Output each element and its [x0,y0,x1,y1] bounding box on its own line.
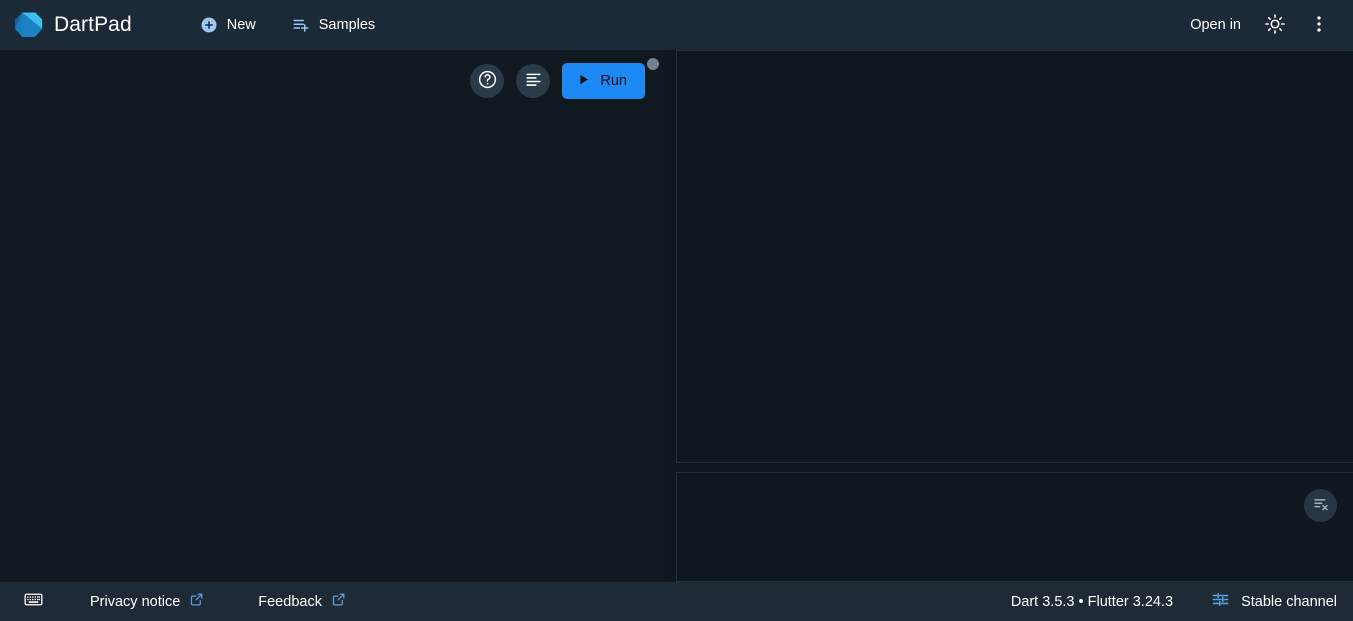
keyboard-shortcuts-button[interactable] [18,589,48,615]
open-in-label: Open in [1190,17,1241,33]
code-editor[interactable] [0,112,667,582]
brightness-sun-icon [1264,13,1286,38]
editor-toolbar: Run [0,50,667,112]
horizontal-splitter[interactable] [676,463,1353,472]
format-code-button[interactable] [516,64,551,98]
overflow-menu-button[interactable] [1299,5,1339,45]
new-button-label: New [226,17,256,33]
theme-toggle-button[interactable] [1255,5,1295,45]
open-in-new-icon [331,592,346,611]
more-vert-icon [1308,13,1330,38]
open-in-new-icon [189,592,204,611]
top-app-bar: DartPad New Samples Open in [0,0,1353,50]
format-clear-icon [1312,495,1330,516]
keyboard-icon [23,589,44,615]
console-panel [676,472,1353,582]
status-bar: Privacy notice Feedback Dart 3.5.3 • Flu… [0,582,1353,621]
run-button[interactable]: Run [562,63,645,99]
top-bar-actions: Open in [1171,5,1339,50]
channel-button[interactable]: Stable channel [1211,590,1337,613]
top-nav: New Samples [196,10,379,40]
privacy-notice-label: Privacy notice [90,593,181,610]
samples-button-label: Samples [318,17,376,33]
vertical-splitter[interactable] [667,50,676,582]
run-button-label: Run [600,73,627,89]
help-button[interactable] [470,64,505,98]
dart-logo-icon [12,9,45,42]
app-title: DartPad [54,13,132,36]
status-bar-left: Privacy notice Feedback [18,589,400,615]
editor-pane: Run [0,50,667,582]
tune-icon [1211,590,1230,613]
status-bar-right: Dart 3.5.3 • Flutter 3.24.3 Stable chann… [1011,590,1337,613]
play-arrow-icon [576,72,591,91]
add-circle-icon [200,16,218,34]
privacy-notice-link[interactable]: Privacy notice [90,592,204,611]
dartpad-app: DartPad New Samples Open in Run Privacy … [0,0,1353,621]
channel-label: Stable channel [1241,593,1337,610]
playlist-add-icon [292,16,310,34]
clear-console-button[interactable] [1304,489,1337,522]
help-circle-icon [477,69,498,93]
format-align-icon [524,70,543,92]
new-button[interactable]: New [196,10,260,40]
brand[interactable]: DartPad [8,9,132,42]
feedback-label: Feedback [258,593,322,610]
open-in-button[interactable]: Open in [1171,10,1251,50]
main-body: Run [0,50,1353,582]
preview-panel [676,50,1353,463]
status-dot-icon [647,58,659,70]
samples-button[interactable]: Samples [288,10,379,40]
feedback-link[interactable]: Feedback [258,592,346,611]
version-label: Dart 3.5.3 • Flutter 3.24.3 [1010,593,1174,610]
output-pane [676,50,1353,582]
